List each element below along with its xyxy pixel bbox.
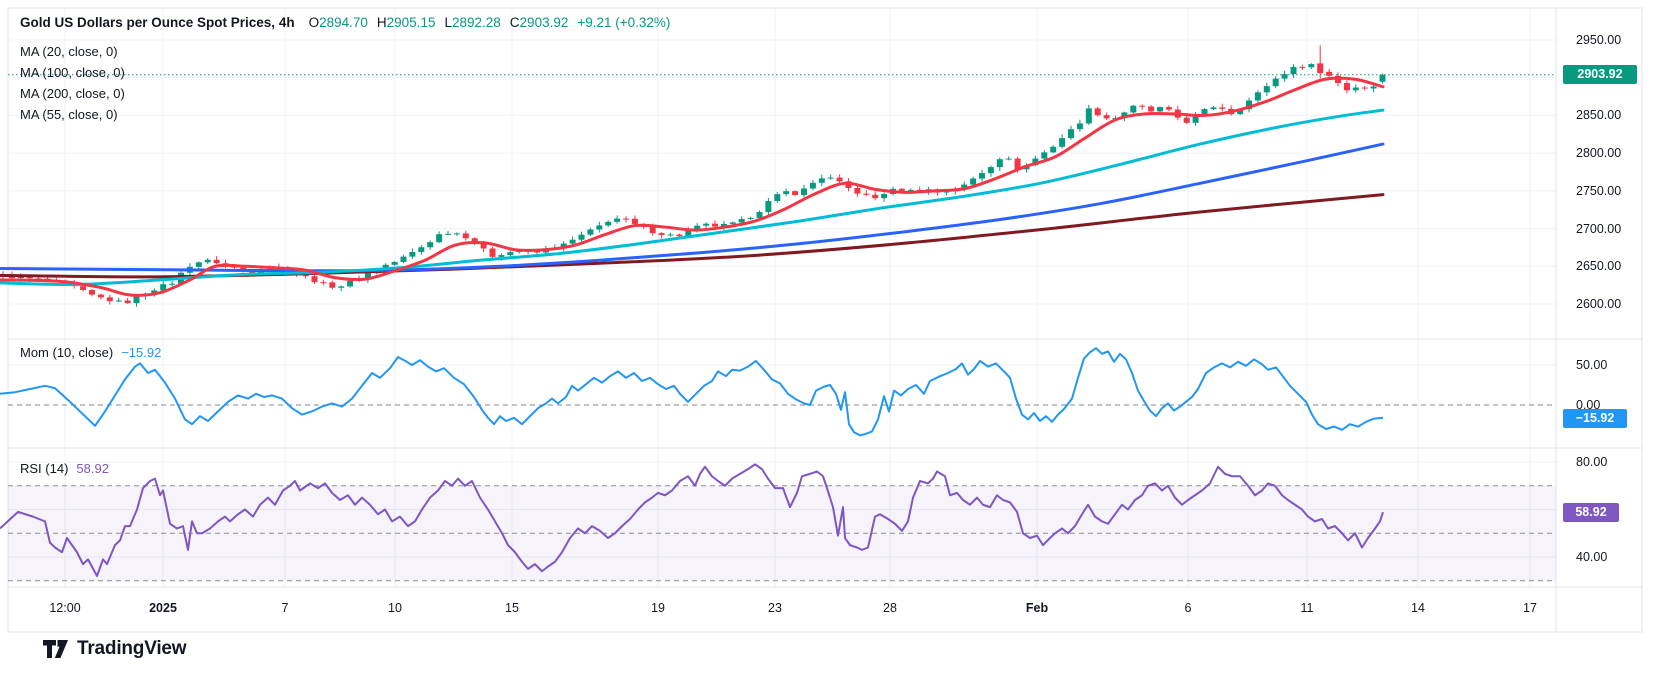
tradingview-logo[interactable]: TradingView: [42, 638, 186, 660]
tradingview-logo-icon: [42, 639, 69, 660]
candles-layer: [0, 45, 1386, 306]
chart-canvas[interactable]: [0, 0, 1654, 674]
tradingview-logo-text: TradingView: [77, 638, 186, 660]
ma100-line: [0, 144, 1383, 271]
tradingview-chart-widget: Gold US Dollars per Ounce Spot Prices, 4…: [0, 0, 1654, 674]
momentum-line: [0, 348, 1383, 435]
